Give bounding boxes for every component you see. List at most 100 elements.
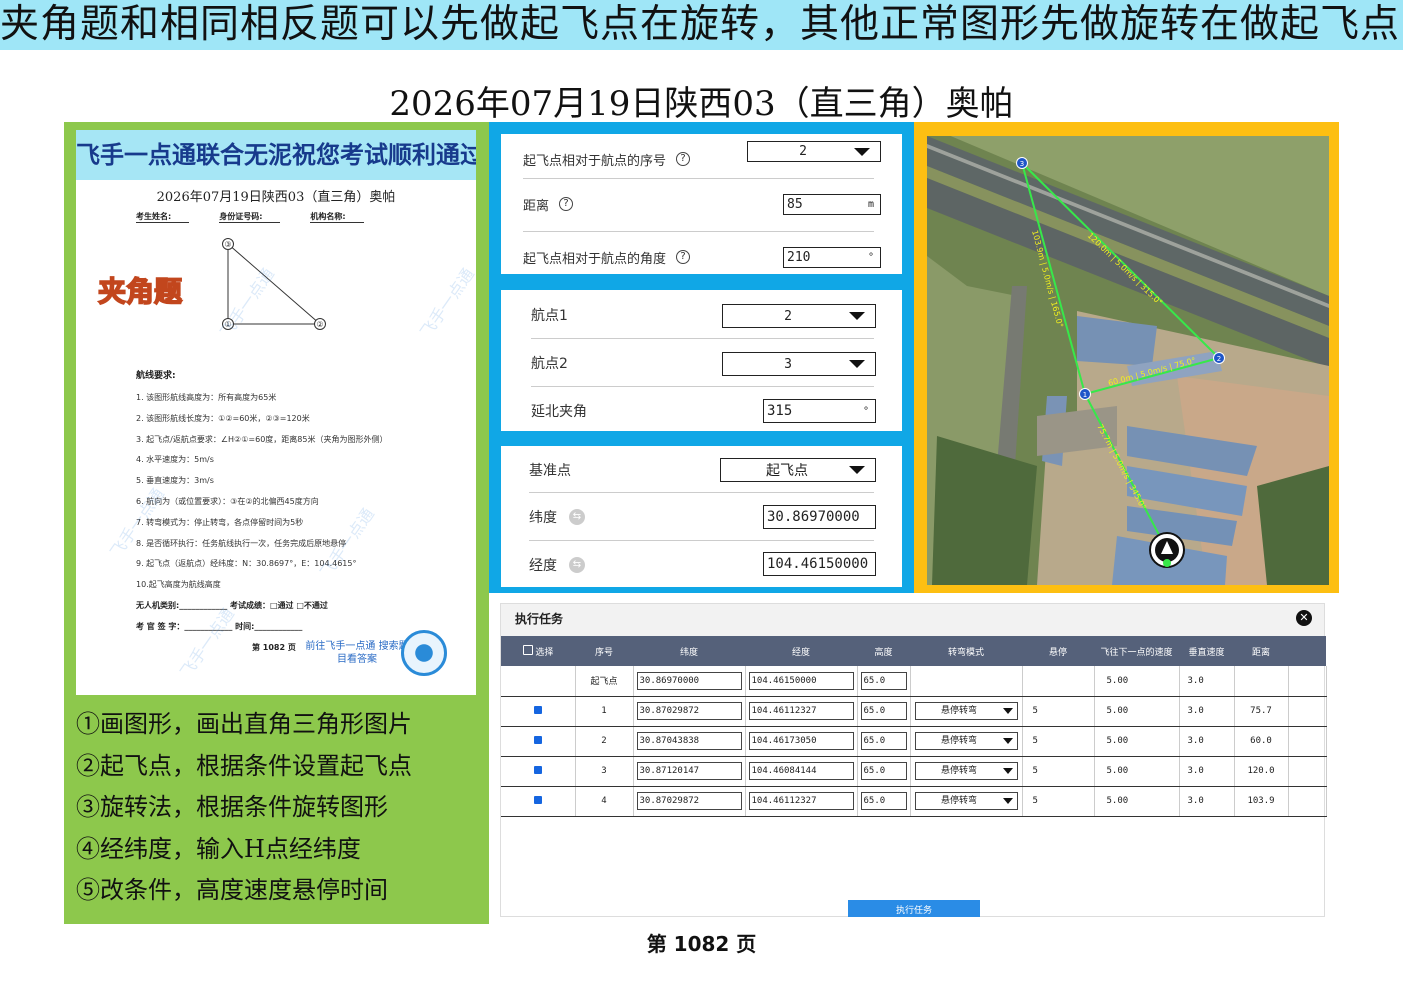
row-seq: 2	[575, 726, 634, 757]
help-icon[interactable]: ?	[559, 197, 574, 211]
satellite-map[interactable]: 120.0m | 5.0m/s | 315.0° 60.0m | 5.0m/s …	[927, 136, 1329, 585]
row-lat-input[interactable]: 30.87120147	[636, 762, 742, 780]
row-select-cell[interactable]	[501, 786, 576, 817]
row-vspeed: 3.0	[1179, 696, 1235, 727]
settings-panel: 起飞点相对于航点的序号 ? 2 距离 ? 85 m 起飞点相对于航点的角度 ? 2…	[489, 122, 914, 593]
requirement-item: 2. 该图形航线长度为：①②=60米，②③=120米	[136, 413, 310, 423]
row-speed: 5.00	[1094, 786, 1180, 817]
row-mode-value: 悬停转弯	[940, 736, 977, 746]
row-alt-input[interactable]: 65.0	[860, 671, 907, 690]
north-angle-label: 延北夹角	[531, 404, 587, 420]
swap-icon[interactable]: ⇆	[569, 509, 585, 525]
close-icon[interactable]: ✕	[1296, 610, 1312, 626]
row-lat-cell: 30.86970000	[633, 666, 746, 697]
row-lng-cell: 104.46084144	[745, 756, 858, 787]
table-body: 起飞点 30.86970000 104.46150000 65.0 5.00 3.0 1 30…	[501, 666, 1327, 817]
map-canvas[interactable]: 120.0m | 5.0m/s | 315.0° 60.0m | 5.0m/s …	[927, 136, 1329, 585]
table-row: 1 30.87029872 104.46112327 65.0 悬停转弯 5 5.00 3.0…	[501, 696, 1327, 727]
row-checkbox[interactable]	[533, 735, 542, 744]
lng-input[interactable]: 104.46150000	[763, 552, 876, 576]
col-hover: 悬停	[1022, 636, 1094, 666]
row-alt-cell: 65.0	[857, 666, 911, 697]
row-mode-select[interactable]: 悬停转弯	[914, 732, 1018, 750]
row-lng-input[interactable]: 104.46150000	[748, 671, 854, 690]
row-lat-input[interactable]: 30.87029872	[636, 702, 742, 720]
row-mode-select[interactable]: 悬停转弯	[914, 762, 1018, 780]
row-alt-input[interactable]: 65.0	[860, 792, 907, 810]
paper-subtitle: 2026年07月19日陕西03（直三角）奥帕	[156, 190, 396, 205]
distance-input[interactable]: 85 m	[783, 194, 881, 215]
requirement-item: 7. 转弯模式为：停止转弯，各点停留时间为5秒	[136, 517, 304, 527]
row-checkbox[interactable]	[533, 795, 542, 804]
row-lng-cell: 104.46112327	[745, 696, 858, 727]
lat-input[interactable]: 30.86970000	[763, 505, 876, 529]
row-checkbox[interactable]	[533, 765, 542, 774]
north-angle-input[interactable]: 315 °	[763, 399, 876, 423]
qr-code-icon	[401, 630, 447, 676]
chevron-down-icon	[1002, 768, 1013, 774]
select-all-checkbox[interactable]	[522, 644, 533, 655]
home-point-icon[interactable]	[1149, 532, 1185, 568]
row-lng-input[interactable]: 104.46084144	[748, 762, 854, 780]
row-mode-select[interactable]: 悬停转弯	[914, 702, 1018, 720]
divider	[529, 492, 874, 493]
row-extra	[1288, 726, 1327, 757]
row-hover: 5	[1022, 786, 1095, 817]
help-icon[interactable]: ?	[676, 152, 691, 166]
row-mode-cell: 悬停转弯	[910, 726, 1023, 757]
col-alt: 高度	[857, 636, 910, 666]
row-extra	[1288, 786, 1327, 817]
row-lng-cell: 104.46173050	[745, 726, 858, 757]
angle-input[interactable]: 210 °	[783, 247, 881, 268]
base-select[interactable]: 起飞点	[720, 458, 876, 482]
row-alt-input[interactable]: 65.0	[860, 732, 907, 750]
col-select[interactable]: 选择	[501, 636, 575, 666]
row-lat-input[interactable]: 30.87029872	[636, 792, 742, 810]
row-lng-input[interactable]: 104.46112327	[748, 702, 854, 720]
col-select-label: 选择	[535, 647, 554, 658]
row-checkbox[interactable]	[533, 705, 542, 714]
row-select-cell[interactable]	[501, 756, 576, 787]
row-select-cell[interactable]	[501, 726, 576, 757]
seq-select[interactable]: 2	[747, 141, 881, 162]
row-select-cell[interactable]	[501, 666, 576, 697]
point-1-label: ①	[224, 320, 231, 329]
row-alt-cell: 65.0	[857, 756, 911, 787]
row-alt-input[interactable]: 65.0	[860, 702, 907, 720]
info-org: 机构名称:	[310, 211, 364, 223]
col-lng: 经度	[745, 636, 857, 666]
execute-task-button[interactable]: 执行任务	[848, 900, 980, 917]
requirements-list: 1. 该图形航线高度为：所有高度为65米 2. 该图形航线长度为：①②=60米，…	[136, 388, 456, 596]
help-icon[interactable]: ?	[676, 250, 691, 264]
row-lng-input[interactable]: 104.46173050	[748, 732, 854, 750]
row-lat-cell: 30.87029872	[633, 696, 746, 727]
steps-list: ①画图形，画出直角三角形图片 ②起飞点，根据条件设置起飞点 ③旋转法，根据条件旋…	[76, 704, 476, 912]
row-speed: 5.00	[1094, 726, 1180, 757]
base-label: 基准点	[529, 463, 571, 479]
row-speed: 5.00	[1094, 696, 1180, 727]
answer-link[interactable]: 前往飞手一点通 搜索题目看答案	[302, 640, 412, 666]
row-lng-input[interactable]: 104.46112327	[748, 792, 854, 810]
exam-paper: 飞手一点通联合无泥祝您考试顺利通过 2026年07月19日陕西03（直三角）奥帕…	[76, 130, 476, 695]
takeoff-relative-form: 起飞点相对于航点的序号 ? 2 距离 ? 85 m 起飞点相对于航点的角度 ? 2…	[501, 134, 902, 274]
table-row: 3 30.87120147 104.46084144 65.0 悬停转弯 5 5.00 3.0…	[501, 756, 1327, 787]
row-seq: 4	[575, 786, 634, 817]
row-lat-input[interactable]: 30.87043838	[636, 732, 742, 750]
watermark: 飞手一点通	[416, 264, 476, 342]
coordinate-form: 基准点 起飞点 纬度 ⇆ 30.86970000 经度 ⇆ 104.461500…	[501, 446, 902, 587]
page-footer: 第 1082 页	[646, 932, 757, 956]
waypoint-table: 选择 序号 纬度 经度 高度 转弯模式 悬停 飞往下一点的速度 垂直速度 距离 …	[501, 636, 1327, 817]
wp2-select[interactable]: 3	[722, 352, 876, 376]
swap-icon[interactable]: ⇆	[569, 557, 585, 573]
row-alt-input[interactable]: 65.0	[860, 762, 907, 780]
col-dist: 距离	[1234, 636, 1288, 666]
row-vspeed: 3.0	[1179, 786, 1235, 817]
table-row: 4 30.87029872 104.46112327 65.0 悬停转弯 5 5.00 3.0…	[501, 786, 1327, 817]
wp1-select[interactable]: 2	[722, 304, 876, 328]
chevron-down-icon	[849, 312, 865, 320]
row-select-cell[interactable]	[501, 696, 576, 727]
page-title: 2026年07月19日陕西03（直三角）奥帕	[389, 84, 1014, 124]
row-mode-select[interactable]: 悬停转弯	[914, 792, 1018, 810]
divider	[531, 386, 874, 387]
row-lat-input[interactable]: 30.86970000	[636, 671, 742, 690]
